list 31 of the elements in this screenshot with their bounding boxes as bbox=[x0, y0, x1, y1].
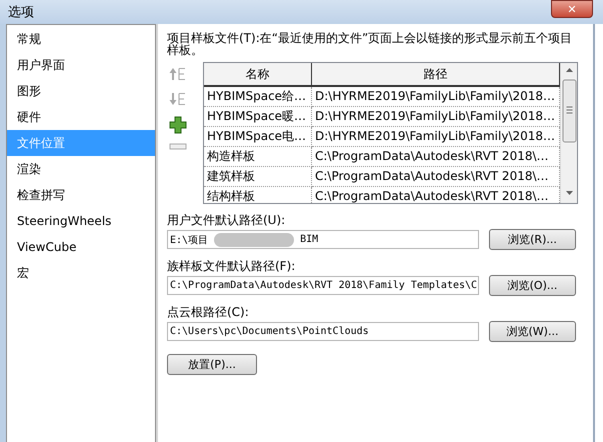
sidebar-item[interactable]: 宏 bbox=[7, 260, 155, 286]
table-cell: 构造样板 bbox=[204, 147, 312, 167]
field-label: 用户文件默认路径(U): bbox=[167, 213, 286, 227]
table-cell: HYBIMSpace暖… bbox=[204, 107, 312, 127]
description-text: 项目样板文件(T):在“最近使用的文件”页面上会以链接的形式显示前五个项目样板。 bbox=[167, 32, 574, 56]
table-cell: 建筑样板 bbox=[204, 167, 312, 187]
field-label: 点云根路径(C): bbox=[167, 305, 250, 319]
browse-button[interactable]: 浏览(O)... bbox=[489, 275, 576, 296]
browse-button[interactable]: 浏览(R)... bbox=[489, 229, 576, 250]
sidebar-item[interactable]: 检查拼写 bbox=[7, 182, 155, 208]
path-field[interactable]: E:\项目 BIM bbox=[167, 230, 479, 249]
sidebar-item[interactable]: 用户界面 bbox=[7, 52, 155, 78]
sidebar-item[interactable]: 硬件 bbox=[7, 104, 155, 130]
field-label: 族样板文件默认路径(F): bbox=[167, 259, 296, 273]
table-cell: HYBIMSpace给… bbox=[204, 87, 312, 107]
sidebar-item[interactable]: ViewCube bbox=[7, 234, 155, 260]
path-field[interactable]: C:\ProgramData\Autodesk\RVT 2018\Family Templates\C bbox=[167, 276, 479, 295]
column-header[interactable]: 路径 bbox=[312, 63, 560, 87]
places-button[interactable]: 放置(P)... bbox=[167, 354, 257, 375]
table-cell: 结构样板 bbox=[204, 187, 312, 203]
sidebar-item[interactable]: SteeringWheels bbox=[7, 208, 155, 234]
path-field[interactable]: C:\Users\pc\Documents\PointClouds bbox=[167, 322, 479, 341]
sidebar-item[interactable]: 渲染 bbox=[7, 156, 155, 182]
table-cell: HYBIMSpace电… bbox=[204, 127, 312, 147]
sidebar-item[interactable]: 图形 bbox=[7, 78, 155, 104]
window-title: 选项 bbox=[8, 4, 34, 21]
browse-button[interactable]: 浏览(W)... bbox=[489, 321, 576, 342]
scrollbar[interactable] bbox=[560, 63, 577, 203]
add-icon[interactable] bbox=[169, 116, 187, 134]
column-header[interactable]: 名称 bbox=[204, 63, 312, 87]
sidebar-item[interactable]: 常规 bbox=[7, 26, 155, 52]
